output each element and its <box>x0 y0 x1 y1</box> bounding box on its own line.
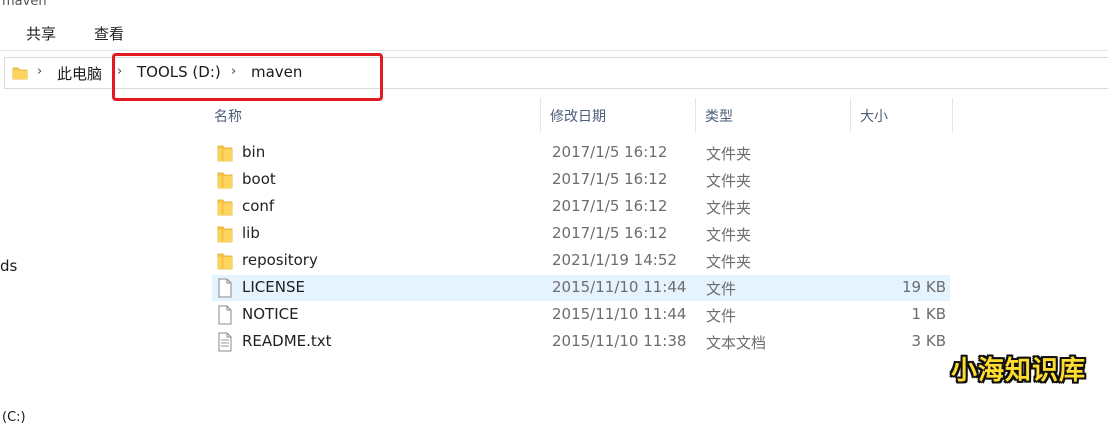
file-row[interactable]: LICENSE 2015/11/10 11:44 文件 19 KB <box>212 275 950 301</box>
nav-pane-item[interactable]: ds <box>0 257 17 275</box>
address-bar[interactable]: › 此电脑 › TOOLS (D:) › maven <box>4 57 1108 89</box>
window-title: maven <box>2 0 47 9</box>
file-type: 文件夹 <box>706 226 752 244</box>
file-name: conf <box>242 197 275 215</box>
folder-icon <box>217 197 233 217</box>
breadcrumb-maven[interactable]: maven <box>251 63 302 81</box>
column-header-size[interactable]: 大小 <box>850 102 952 128</box>
file-name: LICENSE <box>242 278 305 296</box>
file-modified-date: 2017/1/5 16:12 <box>552 224 668 242</box>
file-row[interactable]: bin 2017/1/5 16:12 文件夹 <box>212 140 950 166</box>
file-type: 文件 <box>706 307 737 325</box>
file-name: NOTICE <box>242 305 299 323</box>
file-modified-date: 2015/11/10 11:38 <box>552 332 687 350</box>
file-name: boot <box>242 170 276 188</box>
file-type: 文本文档 <box>706 334 767 352</box>
file-row[interactable]: conf 2017/1/5 16:12 文件夹 <box>212 194 950 220</box>
folder-icon <box>12 67 28 80</box>
column-divider[interactable] <box>952 98 953 132</box>
ribbon-tab-share[interactable]: 共享 <box>26 23 56 44</box>
file-icon <box>217 278 233 298</box>
file-size: 1 KB <box>911 305 946 323</box>
folder-icon <box>217 143 233 163</box>
column-header-name[interactable]: 名称 <box>204 102 540 128</box>
file-modified-date: 2015/11/10 11:44 <box>552 305 687 323</box>
file-row[interactable]: NOTICE 2015/11/10 11:44 文件 1 KB <box>212 302 950 328</box>
file-modified-date: 2017/1/5 16:12 <box>552 197 668 215</box>
text-file-icon <box>217 332 233 352</box>
column-header-date[interactable]: 修改日期 <box>540 102 695 128</box>
breadcrumb-this-pc[interactable]: 此电脑 <box>57 63 102 84</box>
ribbon-divider <box>0 50 1108 51</box>
file-type: 文件夹 <box>706 199 752 217</box>
file-type: 文件夹 <box>706 253 752 271</box>
chevron-right-icon[interactable]: › <box>117 64 122 79</box>
column-header-type[interactable]: 类型 <box>695 102 850 128</box>
nav-pane-item[interactable]: (C:) <box>2 410 26 425</box>
file-name: lib <box>242 224 260 242</box>
folder-icon <box>217 224 233 244</box>
watermark-logo: 小海知识库 <box>950 356 1086 386</box>
file-row[interactable]: boot 2017/1/5 16:12 文件夹 <box>212 167 950 193</box>
file-name: bin <box>242 143 266 161</box>
chevron-right-icon[interactable]: › <box>231 64 236 79</box>
file-name: repository <box>242 251 318 269</box>
breadcrumb-tools-drive[interactable]: TOOLS (D:) <box>137 63 221 81</box>
ribbon: 共享 查看 <box>0 14 1108 50</box>
file-size: 19 KB <box>902 278 946 296</box>
file-size: 3 KB <box>911 332 946 350</box>
file-row[interactable]: README.txt 2015/11/10 11:38 文本文档 3 KB <box>212 329 950 355</box>
file-icon <box>217 305 233 325</box>
file-modified-date: 2017/1/5 16:12 <box>552 170 668 188</box>
file-name: README.txt <box>242 332 332 350</box>
ribbon-tab-view[interactable]: 查看 <box>94 23 124 44</box>
file-modified-date: 2015/11/10 11:44 <box>552 278 687 296</box>
file-modified-date: 2021/1/19 14:52 <box>552 251 677 269</box>
chevron-right-icon[interactable]: › <box>37 64 42 79</box>
folder-icon <box>217 170 233 190</box>
file-row[interactable]: repository 2021/1/19 14:52 文件夹 <box>212 248 950 274</box>
file-row[interactable]: lib 2017/1/5 16:12 文件夹 <box>212 221 950 247</box>
folder-icon <box>217 251 233 271</box>
file-type: 文件夹 <box>706 172 752 190</box>
file-modified-date: 2017/1/5 16:12 <box>552 143 668 161</box>
file-type: 文件夹 <box>706 145 752 163</box>
file-type: 文件 <box>706 280 737 298</box>
